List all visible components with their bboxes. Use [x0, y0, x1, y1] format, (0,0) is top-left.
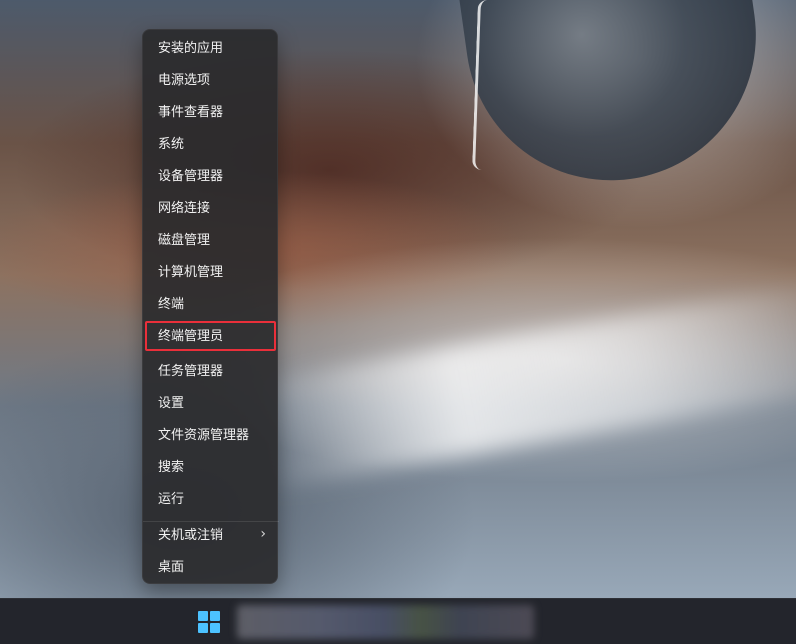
blurred-taskbar-apps: [237, 605, 534, 639]
start-tile-bottom-left: [198, 623, 208, 633]
menu-item-system[interactable]: 系统: [143, 130, 279, 158]
menu-item-run[interactable]: 运行: [143, 485, 279, 513]
start-tile-top-right: [210, 611, 220, 621]
menu-item-terminal-admin[interactable]: 终端管理员: [143, 322, 279, 350]
menu-item-label: 网络连接: [158, 200, 211, 216]
desktop-wallpaper: 安装的应用 电源选项 事件查看器 系统 设备管理器 网络连接 磁盘管理 计算机管…: [0, 0, 796, 598]
menu-item-terminal[interactable]: 终端: [143, 290, 279, 318]
menu-item-label: 计算机管理: [158, 264, 224, 280]
windows-start-icon[interactable]: [198, 611, 220, 633]
menu-item-label: 搜索: [158, 459, 185, 475]
menu-item-desktop[interactable]: 桌面: [143, 553, 279, 581]
menu-item-settings[interactable]: 设置: [143, 389, 279, 417]
menu-item-label: 终端: [158, 296, 185, 312]
menu-item-device-manager[interactable]: 设备管理器: [143, 162, 279, 190]
menu-item-event-viewer[interactable]: 事件查看器: [143, 98, 279, 126]
menu-item-label: 终端管理员: [158, 328, 224, 344]
start-tile-top-left: [198, 611, 208, 621]
menu-item-shutdown-or-sign-out[interactable]: 关机或注销 ›: [143, 521, 279, 549]
menu-item-label: 电源选项: [158, 72, 211, 88]
menu-item-label: 任务管理器: [158, 363, 224, 379]
menu-item-network-connections[interactable]: 网络连接: [143, 194, 279, 222]
menu-item-label: 安装的应用: [158, 40, 224, 56]
menu-item-label: 事件查看器: [158, 104, 224, 120]
menu-item-label: 设备管理器: [158, 168, 224, 184]
menu-item-label: 文件资源管理器: [158, 427, 250, 443]
menu-item-label: 系统: [158, 136, 185, 152]
menu-item-disk-management[interactable]: 磁盘管理: [143, 226, 279, 254]
quick-link-menu: 安装的应用 电源选项 事件查看器 系统 设备管理器 网络连接 磁盘管理 计算机管…: [142, 29, 279, 584]
start-tile-bottom-right: [210, 623, 220, 633]
menu-item-label: 运行: [158, 491, 185, 507]
menu-item-file-explorer[interactable]: 文件资源管理器: [143, 421, 279, 449]
menu-item-label: 关机或注销: [158, 527, 224, 543]
menu-item-installed-apps[interactable]: 安装的应用: [143, 34, 279, 62]
menu-item-computer-management[interactable]: 计算机管理: [143, 258, 279, 286]
menu-item-label: 桌面: [158, 559, 185, 575]
chevron-right-icon: ›: [260, 526, 266, 542]
wallpaper-light-band: [245, 278, 796, 492]
taskbar: [0, 598, 796, 644]
menu-item-search[interactable]: 搜索: [143, 453, 279, 481]
wallpaper-planet: [455, 0, 775, 200]
menu-item-power-options[interactable]: 电源选项: [143, 66, 279, 94]
menu-item-label: 磁盘管理: [158, 232, 211, 248]
menu-item-task-manager[interactable]: 任务管理器: [143, 357, 279, 385]
menu-item-label: 设置: [158, 395, 185, 411]
